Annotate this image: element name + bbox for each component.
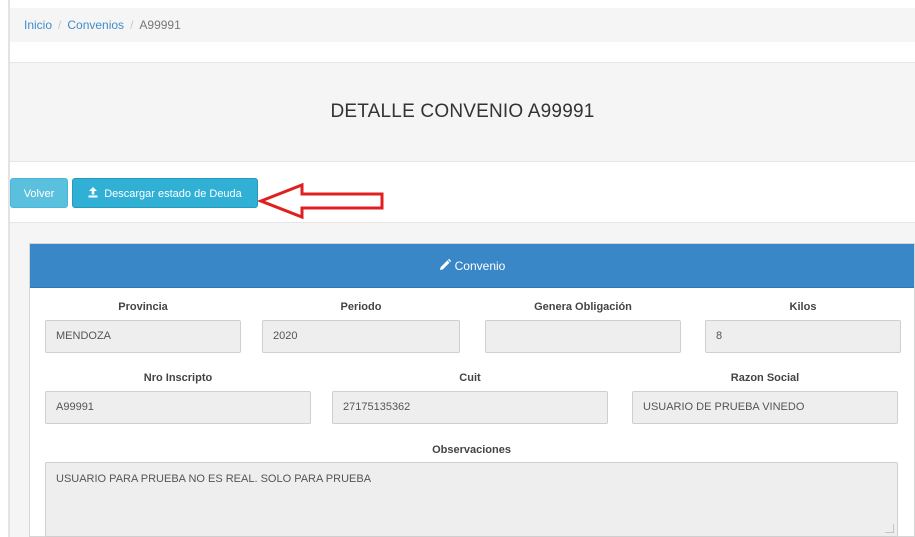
label-genera-obligacion: Genera Obligación — [534, 301, 632, 313]
kilos-field[interactable]: 8 — [705, 320, 901, 353]
panel-heading: Convenio — [30, 244, 914, 288]
observaciones-text: USUARIO PARA PRUEBA NO ES REAL. SOLO PAR… — [56, 473, 372, 485]
breadcrumb-convenios-link[interactable]: Convenios — [67, 18, 124, 32]
label-periodo: Periodo — [340, 301, 382, 313]
descargar-button-label: Descargar estado de Deuda — [104, 188, 242, 200]
label-razon-social: Razon Social — [730, 372, 800, 384]
breadcrumb-inicio-link[interactable]: Inicio — [24, 18, 52, 32]
label-provincia: Provincia — [118, 301, 168, 313]
label-observaciones: Observaciones — [432, 444, 511, 456]
volver-button[interactable]: Volver — [10, 178, 68, 208]
upload-icon — [88, 179, 98, 209]
label-cuit: Cuit — [459, 372, 481, 384]
page-header: DETALLE CONVENIO A99991 — [10, 62, 915, 162]
genera-obligacion-field[interactable] — [485, 320, 681, 353]
pencil-icon — [439, 244, 451, 287]
label-kilos: Kilos — [789, 301, 817, 313]
breadcrumb-separator: / — [58, 18, 62, 32]
red-arrow-annotation-icon — [258, 182, 384, 220]
cuit-field[interactable]: 27175135362 — [332, 391, 608, 424]
breadcrumb-current: A99991 — [139, 18, 181, 32]
descargar-estado-deuda-button[interactable]: Descargar estado de Deuda — [72, 178, 258, 208]
panel-title: Convenio — [454, 259, 506, 273]
provincia-field[interactable]: MENDOZA — [45, 320, 241, 353]
label-nro-inscripto: Nro Inscripto — [143, 372, 213, 384]
observaciones-textarea[interactable]: USUARIO PARA PRUEBA NO ES REAL. SOLO PAR… — [45, 462, 898, 537]
resize-handle-icon[interactable] — [885, 524, 894, 533]
periodo-field[interactable]: 2020 — [262, 320, 460, 353]
razon-social-field[interactable]: USUARIO DE PRUEBA VINEDO — [632, 391, 898, 424]
page-title: DETALLE CONVENIO A99991 — [330, 101, 595, 122]
breadcrumb-separator: / — [130, 18, 134, 32]
breadcrumb: Inicio / Convenios / A99991 — [10, 8, 915, 42]
nro-inscripto-field[interactable]: A99991 — [45, 391, 311, 424]
